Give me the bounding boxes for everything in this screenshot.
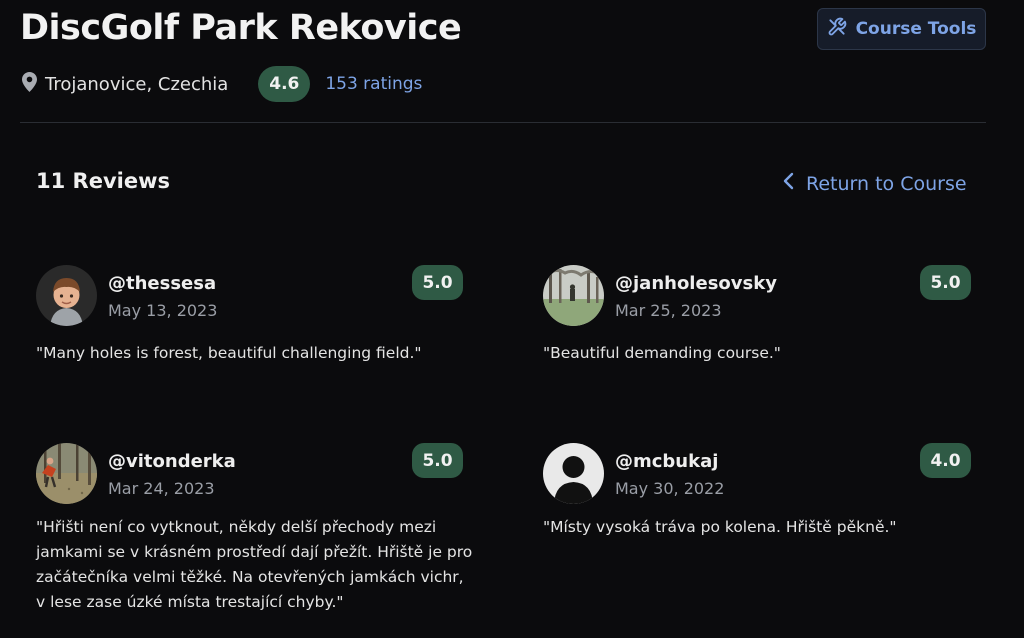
review-date: May 30, 2022 xyxy=(615,479,725,498)
course-rating-badge: 4.6 xyxy=(258,66,311,102)
review-score-badge: 5.0 xyxy=(412,443,463,478)
review-username[interactable]: @thessesa xyxy=(108,273,216,294)
review-text: "Many holes is forest, beautiful challen… xyxy=(36,344,422,362)
review-text: "Hřišti není co vytknout, někdy delší př… xyxy=(36,518,473,611)
reviews-heading: 11 Reviews xyxy=(36,169,170,193)
review-date: May 13, 2023 xyxy=(108,301,218,320)
avatar[interactable] xyxy=(36,443,97,504)
course-tools-button[interactable]: Course Tools xyxy=(817,8,986,50)
review-date: Mar 25, 2023 xyxy=(615,301,722,320)
course-location: Trojanovice, Czechia xyxy=(45,73,229,95)
return-to-course-link[interactable]: Return to Course xyxy=(782,172,967,195)
avatar[interactable] xyxy=(543,443,604,504)
return-to-course-label: Return to Course xyxy=(806,172,967,195)
review-username[interactable]: @janholesovsky xyxy=(615,273,777,294)
review-score-badge: 5.0 xyxy=(412,265,463,300)
review-username[interactable]: @vitonderka xyxy=(108,451,236,472)
course-title: DiscGolf Park Rekovice xyxy=(20,8,462,48)
review-score-badge: 5.0 xyxy=(920,265,971,300)
map-pin-icon xyxy=(22,72,45,96)
review-username[interactable]: @mcbukaj xyxy=(615,451,718,472)
tools-icon xyxy=(827,17,847,42)
course-tools-label: Course Tools xyxy=(855,19,977,39)
header-divider xyxy=(20,122,986,123)
chevron-left-icon xyxy=(782,172,796,195)
course-meta: Trojanovice, Czechia 4.6 153 ratings xyxy=(22,66,422,102)
review-text: "Místy vysoká tráva po kolena. Hřiště pě… xyxy=(543,518,897,536)
review-score-badge: 4.0 xyxy=(920,443,971,478)
avatar[interactable] xyxy=(36,265,97,326)
avatar[interactable] xyxy=(543,265,604,326)
review-date: Mar 24, 2023 xyxy=(108,479,215,498)
course-reviews-page: DiscGolf Park Rekovice Course Tools Troj… xyxy=(0,0,1024,638)
ratings-count-link[interactable]: 153 ratings xyxy=(325,74,422,94)
review-text: "Beautiful demanding course." xyxy=(543,344,781,362)
